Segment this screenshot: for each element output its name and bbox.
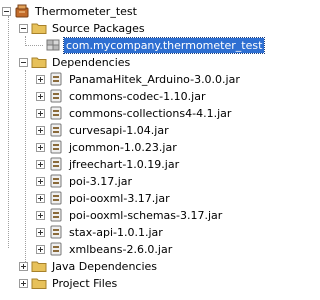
package-label: com.mycompany.thermometer_test <box>62 36 266 54</box>
tree-item-jar[interactable]: poi-ooxml-3.17.jar <box>36 189 172 207</box>
jar-label: commons-collections4-4.1.jar <box>69 106 232 120</box>
jar-label: jfreechart-1.0.19.jar <box>69 157 180 171</box>
jar-label: poi-ooxml-schemas-3.17.jar <box>69 208 223 222</box>
jar-label: xmlbeans-2.6.0.jar <box>69 242 173 256</box>
jar-icon <box>48 139 64 155</box>
jar-icon <box>48 105 64 121</box>
jar-label: stax-api-1.0.1.jar <box>69 225 163 239</box>
expand-toggle[interactable] <box>36 142 45 152</box>
collapse-toggle[interactable] <box>19 23 28 33</box>
tree-item-jar[interactable]: curvesapi-1.04.jar <box>36 121 171 139</box>
expand-toggle[interactable] <box>36 210 45 220</box>
tree-item-jar[interactable]: jfreechart-1.0.19.jar <box>36 155 181 173</box>
jar-icon <box>48 207 64 223</box>
expand-toggle[interactable] <box>36 227 45 237</box>
tree-item-source-packages[interactable]: Source Packages <box>19 19 147 37</box>
tree-item-jar[interactable]: PanamaHitek_Arduino-3.0.0.jar <box>36 70 242 88</box>
expand-toggle[interactable] <box>36 74 45 84</box>
tree-item-project-files[interactable]: Project Files <box>19 274 119 292</box>
tree-guide-line <box>25 70 26 262</box>
jar-icon <box>48 122 64 138</box>
expand-toggle[interactable] <box>36 244 45 254</box>
tree-item-jar[interactable]: commons-codec-1.10.jar <box>36 87 207 105</box>
tree-item-label: Dependencies <box>52 55 131 69</box>
jar-label: PanamaHitek_Arduino-3.0.0.jar <box>69 72 240 86</box>
jar-icon <box>48 156 64 172</box>
folder-icon <box>31 275 47 291</box>
tree-item-jar[interactable]: poi-3.17.jar <box>36 172 134 190</box>
tree-item-jar[interactable]: xmlbeans-2.6.0.jar <box>36 240 174 258</box>
tree-item-label: Project Files <box>52 276 118 290</box>
jar-icon <box>48 190 64 206</box>
folder-icon <box>31 258 47 274</box>
expand-toggle[interactable] <box>36 176 45 186</box>
tree-item-jar[interactable]: stax-api-1.0.1.jar <box>36 223 165 241</box>
folder-icon <box>31 20 47 36</box>
tree-item-label: Java Dependencies <box>52 259 158 273</box>
jar-icon <box>48 88 64 104</box>
project-icon <box>14 3 30 19</box>
expand-toggle[interactable] <box>36 108 45 118</box>
tree-item-jar[interactable]: commons-collections4-4.1.jar <box>36 104 233 122</box>
tree-item-jar[interactable]: jcommon-1.0.23.jar <box>36 138 179 156</box>
jar-icon <box>48 241 64 257</box>
project-name: Thermometer_test <box>35 4 137 18</box>
tree-item-dependencies[interactable]: Dependencies <box>19 53 132 71</box>
expand-toggle[interactable] <box>19 278 28 288</box>
jar-icon <box>48 224 64 240</box>
expand-toggle[interactable] <box>36 125 45 135</box>
jar-icon <box>48 173 64 189</box>
tree-guide-line <box>25 45 43 46</box>
expand-toggle[interactable] <box>19 261 28 271</box>
expand-toggle[interactable] <box>36 193 45 203</box>
jar-label: poi-3.17.jar <box>69 174 133 188</box>
expand-toggle[interactable] <box>36 159 45 169</box>
tree-root-row[interactable]: Thermometer_test <box>2 2 139 20</box>
expand-toggle[interactable] <box>36 91 45 101</box>
jar-label: poi-ooxml-3.17.jar <box>69 191 170 205</box>
collapse-toggle[interactable] <box>2 6 11 16</box>
tree-item-java-dependencies[interactable]: Java Dependencies <box>19 257 159 275</box>
jar-label: curvesapi-1.04.jar <box>69 123 169 137</box>
jar-label: commons-codec-1.10.jar <box>69 89 206 103</box>
tree-item-label: Source Packages <box>52 21 145 35</box>
collapse-toggle[interactable] <box>19 57 28 67</box>
folder-icon <box>31 54 47 70</box>
tree-item-jar[interactable]: poi-ooxml-schemas-3.17.jar <box>36 206 224 224</box>
package-icon <box>45 37 61 53</box>
jar-icon <box>48 71 64 87</box>
tree-guide-line <box>8 16 9 248</box>
jar-label: jcommon-1.0.23.jar <box>69 140 177 154</box>
tree-item-package[interactable]: com.mycompany.thermometer_test <box>25 36 266 54</box>
